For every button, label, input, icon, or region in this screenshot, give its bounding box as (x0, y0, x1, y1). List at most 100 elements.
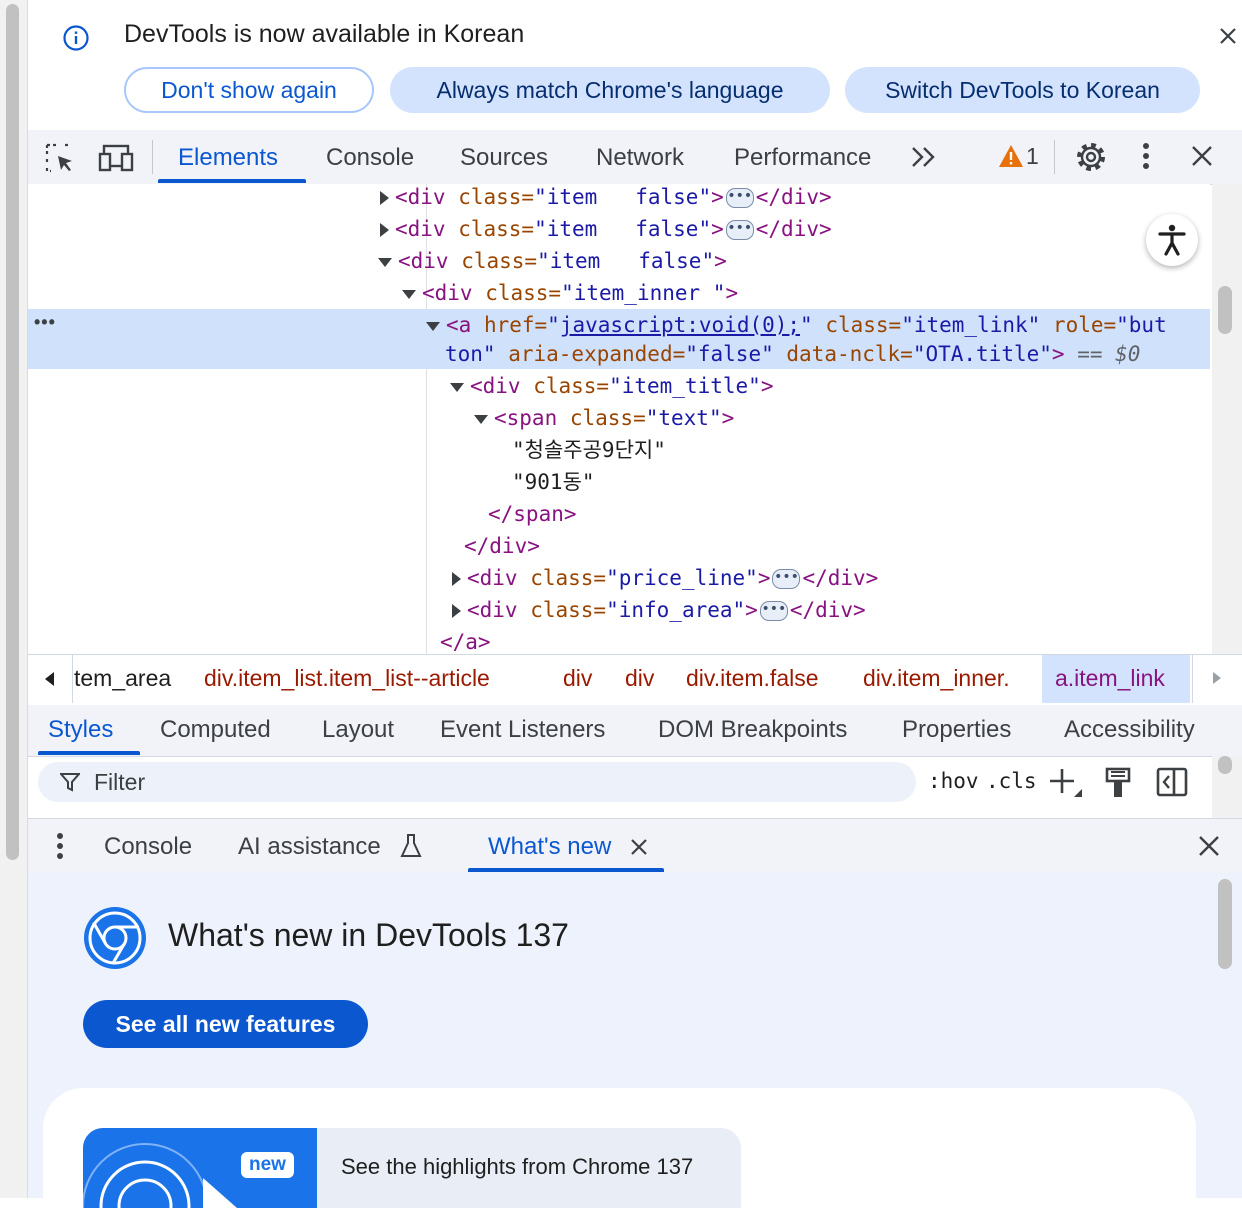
styles-scrollbar-thumb[interactable] (1218, 756, 1232, 774)
tab-dom-breakpoints[interactable]: DOM Breakpoints (658, 716, 847, 744)
caret-right-icon (1213, 672, 1221, 684)
whats-new-scrollbar-thumb[interactable] (1218, 879, 1232, 969)
breadcrumb-item[interactable]: div.item_inner. (863, 665, 1010, 692)
drawer-tabbar: Console AI assistance What's new (28, 818, 1242, 874)
breadcrumb-item[interactable]: div (563, 665, 592, 692)
drawer-tab-whats-new[interactable]: What's new (488, 833, 611, 861)
expand-ellipsis[interactable]: ••• (725, 188, 754, 208)
dom-node[interactable]: <span class="text"> (474, 403, 734, 433)
dont-show-again-button[interactable]: Don't show again (124, 67, 374, 113)
tab-performance[interactable]: Performance (734, 144, 871, 172)
outer-scrollbar[interactable] (0, 0, 28, 1198)
breadcrumb-item-selected[interactable]: a.item_link (1055, 665, 1165, 692)
whats-new-title: What's new in DevTools 137 (168, 917, 569, 953)
toolbar-divider (1054, 140, 1055, 174)
device-toolbar-icon[interactable] (98, 142, 134, 174)
styles-filter-row: Filter :hov .cls (28, 757, 1210, 809)
highlight-item[interactable]: new See the highlights from Chrome 137 (83, 1128, 741, 1208)
highlight-text: See the highlights from Chrome 137 (341, 1154, 694, 1179)
breadcrumb-item[interactable]: div.item_list.item_list--article (204, 665, 490, 692)
always-match-language-button[interactable]: Always match Chrome's language (390, 67, 830, 113)
tab-accessibility[interactable]: Accessibility (1064, 716, 1195, 744)
warning-icon[interactable] (998, 144, 1024, 168)
see-all-features-button[interactable]: See all new features (83, 1000, 368, 1048)
node-actions-ellipsis-icon[interactable]: ••• (34, 312, 56, 333)
selected-dom-node-cont[interactable]: ton" aria-expanded="false" data-nclk="OT… (445, 339, 1140, 369)
more-tabs-chevron-icon[interactable] (910, 144, 938, 170)
accessibility-icon (1158, 224, 1186, 256)
closing-tag[interactable]: </a> (440, 627, 491, 654)
dom-tree-scrollbar[interactable] (1212, 184, 1242, 654)
breadcrumb-scroll-left-button[interactable] (28, 655, 73, 703)
tab-computed[interactable]: Computed (160, 716, 271, 744)
hov-toggle[interactable]: :hov (928, 769, 979, 793)
dom-node[interactable]: <div class="item false"> ••• </div> (380, 184, 832, 212)
outer-scrollbar-thumb[interactable] (6, 4, 19, 860)
new-style-rule-icon[interactable] (1048, 767, 1084, 801)
tab-styles[interactable]: Styles (48, 716, 113, 744)
tab-properties[interactable]: Properties (902, 716, 1011, 744)
active-subtab-indicator (38, 751, 140, 755)
dom-node[interactable]: <div class="info_area"> ••• </div> (452, 595, 866, 625)
new-badge: new (241, 1152, 294, 1178)
experiment-flask-icon (400, 833, 422, 859)
expand-ellipsis[interactable]: ••• (725, 220, 754, 240)
breadcrumb-item[interactable]: div.item.false (686, 665, 819, 692)
selected-dom-node[interactable]: <a href="javascript:void(0);" class="ite… (426, 310, 1167, 340)
closing-tag[interactable]: </span> (488, 499, 577, 529)
infobar-close-icon[interactable] (1216, 24, 1240, 48)
drawer-active-tab-indicator (468, 868, 664, 872)
toolbar-divider (152, 140, 153, 174)
close-drawer-icon[interactable] (1198, 835, 1220, 857)
info-icon (62, 24, 90, 52)
settings-gear-icon[interactable] (1074, 140, 1108, 174)
drawer-tab-ai-assistance[interactable]: AI assistance (238, 833, 381, 861)
drawer-tab-console[interactable]: Console (104, 833, 192, 861)
tab-layout[interactable]: Layout (322, 716, 394, 744)
infobar-message: DevTools is now available in Korean (124, 20, 525, 48)
tab-elements[interactable]: Elements (178, 144, 278, 172)
toggle-sidebar-icon[interactable] (1156, 767, 1188, 797)
format-painter-icon[interactable] (1104, 767, 1132, 799)
inspect-element-icon[interactable] (44, 142, 76, 174)
breadcrumb-item[interactable]: tem_area (74, 665, 171, 692)
filter-icon (60, 772, 80, 792)
dom-node[interactable]: <div class="item false"> (378, 246, 727, 276)
styles-scrollbar[interactable] (1212, 756, 1242, 818)
tab-event-listeners[interactable]: Event Listeners (440, 716, 605, 744)
expand-ellipsis[interactable]: ••• (759, 601, 788, 621)
main-toolbar: Elements Console Sources Network Perform… (28, 130, 1242, 185)
href-link[interactable]: javascript:void(0); (560, 313, 800, 337)
switch-to-korean-button[interactable]: Switch DevTools to Korean (845, 67, 1200, 113)
dom-tree: <div class="item false"> ••• </div> <div c… (28, 184, 1210, 654)
breadcrumb-item[interactable]: div (625, 665, 654, 692)
dom-tree-scrollbar-thumb[interactable] (1218, 286, 1232, 334)
drawer-menu-icon[interactable] (56, 832, 64, 860)
text-node[interactable]: "901동" (512, 467, 595, 497)
filter-input[interactable]: Filter (38, 762, 916, 802)
tab-console[interactable]: Console (326, 144, 414, 172)
accessibility-tree-button[interactable] (1146, 214, 1198, 266)
whats-new-panel: What's new in DevTools 137 See all new f… (28, 873, 1214, 1208)
dom-node[interactable]: <div class="item false"> ••• </div> (380, 214, 832, 244)
dom-node[interactable]: <div class="price_line"> ••• </div> (452, 563, 878, 593)
tab-sources[interactable]: Sources (460, 144, 548, 172)
caret-left-icon (45, 672, 54, 686)
more-options-icon[interactable] (1142, 142, 1150, 172)
text-node[interactable]: "청솔주공9단지" (512, 435, 666, 465)
closing-tag[interactable]: </div> (464, 531, 540, 561)
warning-count[interactable]: 1 (1026, 143, 1039, 170)
expand-ellipsis[interactable]: ••• (772, 569, 801, 589)
whats-new-scrollbar[interactable] (1214, 873, 1242, 1198)
dom-node[interactable]: <div class="item_title"> (450, 371, 773, 401)
cls-toggle[interactable]: .cls (986, 769, 1037, 793)
close-tab-icon[interactable] (630, 838, 648, 856)
language-infobar: DevTools is now available in Korean Don'… (28, 0, 1242, 130)
active-tab-indicator (158, 179, 306, 183)
chrome-logo-icon (82, 905, 148, 971)
dom-node[interactable]: <div class="item_inner "> (402, 278, 738, 308)
tab-network[interactable]: Network (596, 144, 684, 172)
breadcrumb-scroll-right-button[interactable] (1192, 655, 1242, 703)
close-devtools-icon[interactable] (1190, 144, 1214, 168)
sidebar-tabs: Styles Computed Layout Event Listeners D… (28, 705, 1242, 757)
